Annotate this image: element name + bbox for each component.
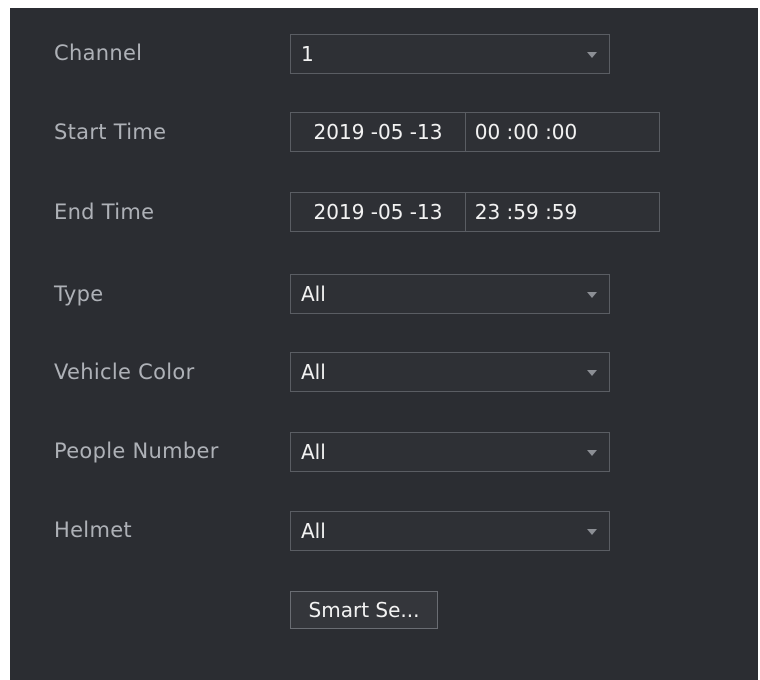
chevron-down-icon (587, 450, 597, 456)
people-number-select[interactable]: All (290, 432, 610, 472)
vehicle-color-select[interactable]: All (290, 352, 610, 392)
channel-select[interactable]: 1 (290, 34, 610, 74)
channel-label: Channel (54, 41, 143, 65)
start-time-input[interactable]: 00 :00 :00 (466, 113, 586, 151)
vehicle-color-value: All (301, 360, 326, 384)
type-select[interactable]: All (290, 274, 610, 314)
chevron-down-icon (587, 52, 597, 58)
end-time-label: End Time (54, 200, 155, 224)
helmet-label: Helmet (54, 518, 132, 542)
helmet-select[interactable]: All (290, 511, 610, 551)
type-label: Type (54, 282, 104, 306)
people-number-value: All (301, 440, 326, 464)
people-number-label: People Number (54, 439, 219, 463)
start-time-field: 2019 -05 -13 00 :00 :00 (290, 112, 660, 152)
helmet-value: All (301, 519, 326, 543)
search-panel: Channel 1 Start Time 2019 -05 -13 00 :00… (10, 8, 758, 680)
type-value: All (301, 282, 326, 306)
end-date-input[interactable]: 2019 -05 -13 (291, 193, 466, 231)
end-time-field: 2019 -05 -13 23 :59 :59 (290, 192, 660, 232)
chevron-down-icon (587, 292, 597, 298)
start-time-label: Start Time (54, 120, 167, 144)
chevron-down-icon (587, 529, 597, 535)
chevron-down-icon (587, 370, 597, 376)
smart-search-button[interactable]: Smart Se... (290, 591, 438, 629)
channel-value: 1 (301, 42, 314, 66)
end-time-input[interactable]: 23 :59 :59 (466, 193, 586, 231)
vehicle-color-label: Vehicle Color (54, 360, 195, 384)
start-date-input[interactable]: 2019 -05 -13 (291, 113, 466, 151)
